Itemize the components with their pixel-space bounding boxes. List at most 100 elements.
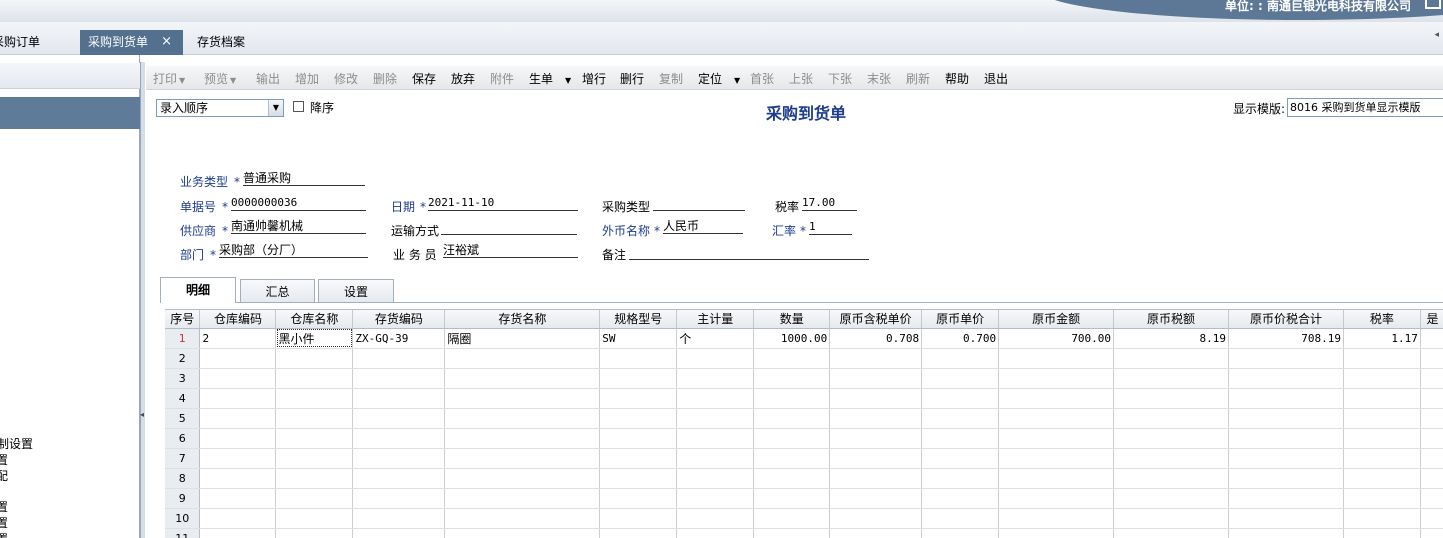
grid-cell[interactable] (444, 488, 601, 509)
help-button[interactable]: 帮助 (945, 70, 969, 87)
grid-cell[interactable] (599, 508, 678, 529)
grid-cell[interactable] (1113, 408, 1229, 429)
tab-inventory-archive[interactable]: 存货档案 (197, 30, 277, 55)
grid-cell[interactable] (676, 528, 755, 538)
grid-cell[interactable] (275, 528, 354, 538)
grid-cell[interactable] (352, 488, 446, 509)
grid-cell[interactable] (1228, 348, 1344, 369)
grid-cell[interactable] (1113, 368, 1229, 389)
last-record-button[interactable]: 末张 (867, 70, 891, 87)
grid-cell[interactable] (275, 388, 354, 409)
grid-cell[interactable]: ZX-GQ-39 (352, 328, 446, 349)
grid-cell[interactable] (444, 448, 601, 469)
grid-cell[interactable] (352, 448, 446, 469)
grid-cell[interactable] (1343, 468, 1421, 489)
business-type-field[interactable]: 普通采购 (243, 172, 365, 186)
column-header[interactable]: 是 (1420, 310, 1443, 329)
grid-cell[interactable] (1343, 408, 1421, 429)
grid-cell[interactable] (1113, 448, 1229, 469)
grid-cell[interactable] (275, 428, 354, 449)
grid-cell[interactable]: 隔圈 (444, 328, 601, 349)
grid-cell[interactable] (199, 508, 277, 529)
tab-detail[interactable]: 明细 (160, 277, 236, 303)
column-header[interactable]: 仓库名称 (275, 310, 354, 329)
table-row[interactable]: 6 (165, 428, 1443, 449)
grid-cell[interactable] (199, 348, 277, 369)
grid-cell[interactable] (1343, 508, 1421, 529)
grid-cell[interactable] (1420, 508, 1443, 529)
grid-cell[interactable] (1113, 468, 1229, 489)
grid-cell[interactable] (1113, 488, 1229, 509)
grid-cell[interactable] (275, 368, 354, 389)
grid-cell[interactable] (444, 388, 601, 409)
grid-cell[interactable] (829, 468, 923, 489)
nav-item[interactable]: 置 (0, 514, 8, 531)
grid-cell[interactable] (753, 368, 831, 389)
grid-cell[interactable] (829, 368, 923, 389)
grid-cell[interactable] (921, 348, 1000, 369)
grid-cell[interactable] (352, 508, 446, 529)
locate-button[interactable]: 定位 ▼ (698, 70, 740, 87)
date-field[interactable]: 2021-11-10 (428, 197, 578, 211)
grid-cell[interactable] (199, 448, 277, 469)
grid-cell[interactable] (829, 448, 923, 469)
grid-cell[interactable] (199, 368, 277, 389)
grid-cell[interactable] (199, 468, 277, 489)
grid-cell[interactable] (1343, 488, 1421, 509)
grid-cell[interactable] (998, 468, 1115, 489)
grid-cell[interactable] (676, 448, 755, 469)
column-header[interactable]: 主计量 (676, 310, 755, 329)
first-record-button[interactable]: 首张 (750, 70, 774, 87)
grid-cell[interactable] (753, 468, 831, 489)
grid-cell[interactable] (352, 368, 446, 389)
grid-cell[interactable] (1228, 408, 1344, 429)
table-row[interactable]: 4 (165, 388, 1443, 409)
copy-button[interactable]: 复制 (659, 70, 683, 87)
nav-item[interactable]: 置 (0, 530, 8, 538)
grid-cell[interactable] (676, 408, 755, 429)
grid-cell[interactable] (1113, 428, 1229, 449)
table-row[interactable]: 7 (165, 448, 1443, 469)
grid-cell[interactable] (599, 488, 678, 509)
column-header[interactable]: 原币价税合计 (1228, 310, 1344, 329)
grid-cell[interactable] (199, 528, 277, 538)
grid-cell[interactable] (998, 528, 1115, 538)
grid-cell[interactable] (1420, 328, 1443, 349)
grid-cell[interactable] (1228, 388, 1344, 409)
transport-field[interactable] (441, 221, 577, 235)
column-header[interactable]: 存货编码 (352, 310, 446, 329)
grid-cell[interactable] (1228, 368, 1344, 389)
grid-cell[interactable] (829, 528, 923, 538)
grid-cell[interactable] (352, 388, 446, 409)
grid-cell[interactable] (676, 468, 755, 489)
grid-cell[interactable] (199, 488, 277, 509)
grid-cell[interactable] (1343, 528, 1421, 538)
grid-cell[interactable] (444, 368, 601, 389)
table-row[interactable]: 8 (165, 468, 1443, 489)
column-header[interactable]: 原币税额 (1113, 310, 1229, 329)
table-row[interactable]: 11 (165, 528, 1443, 538)
grid-cell[interactable] (998, 428, 1115, 449)
grid-cell[interactable] (921, 428, 1000, 449)
column-header[interactable]: 序号 (165, 310, 201, 329)
grid-cell[interactable] (1343, 388, 1421, 409)
grid-cell[interactable] (275, 408, 354, 429)
grid-cell[interactable] (444, 528, 601, 538)
table-row[interactable]: 2 (165, 348, 1443, 369)
grid-cell[interactable]: 2 (199, 328, 277, 349)
grid-cell[interactable] (753, 448, 831, 469)
grid-cell[interactable]: 8.19 (1113, 328, 1229, 349)
grid-cell[interactable] (1228, 528, 1344, 538)
grid-cell[interactable] (199, 408, 277, 429)
grid-cell[interactable] (921, 388, 1000, 409)
doc-no-field[interactable]: 0000000036 (231, 197, 366, 211)
grid-cell[interactable] (998, 388, 1115, 409)
grid-cell[interactable] (753, 388, 831, 409)
currency-field[interactable]: 人民币 (663, 220, 743, 234)
grid-cell[interactable] (921, 468, 1000, 489)
grid-cell[interactable] (676, 508, 755, 529)
column-header[interactable]: 数量 (753, 310, 831, 329)
save-button[interactable]: 保存 (412, 70, 436, 87)
delete-row-button[interactable]: 删行 (620, 70, 644, 87)
table-row[interactable]: 9 (165, 488, 1443, 509)
